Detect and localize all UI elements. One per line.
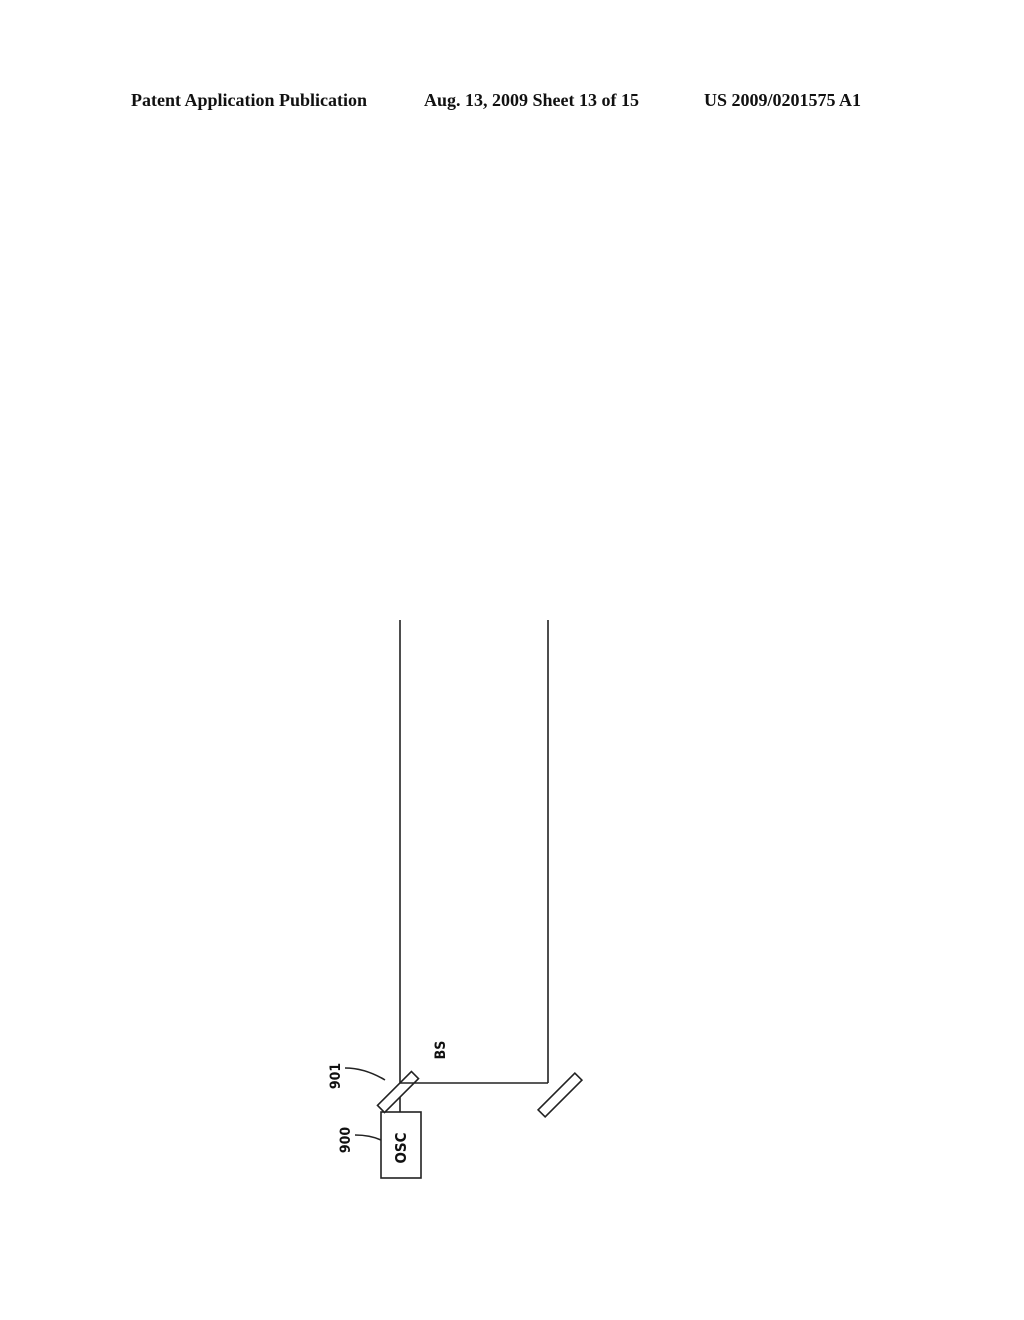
osc-label: OSC bbox=[392, 1132, 410, 1163]
beam-splitter-901 bbox=[376, 1070, 420, 1114]
bs-901-label: BS bbox=[433, 1041, 449, 1060]
mirror-bottom bbox=[536, 1071, 584, 1119]
leader-901 bbox=[344, 1067, 386, 1081]
ref-901: 901 bbox=[328, 1063, 344, 1089]
ref-900: 900 bbox=[338, 1127, 354, 1154]
figure-11-diagram: OSC 900 BS 901 bbox=[328, 620, 584, 1179]
leader-900 bbox=[354, 1134, 382, 1141]
